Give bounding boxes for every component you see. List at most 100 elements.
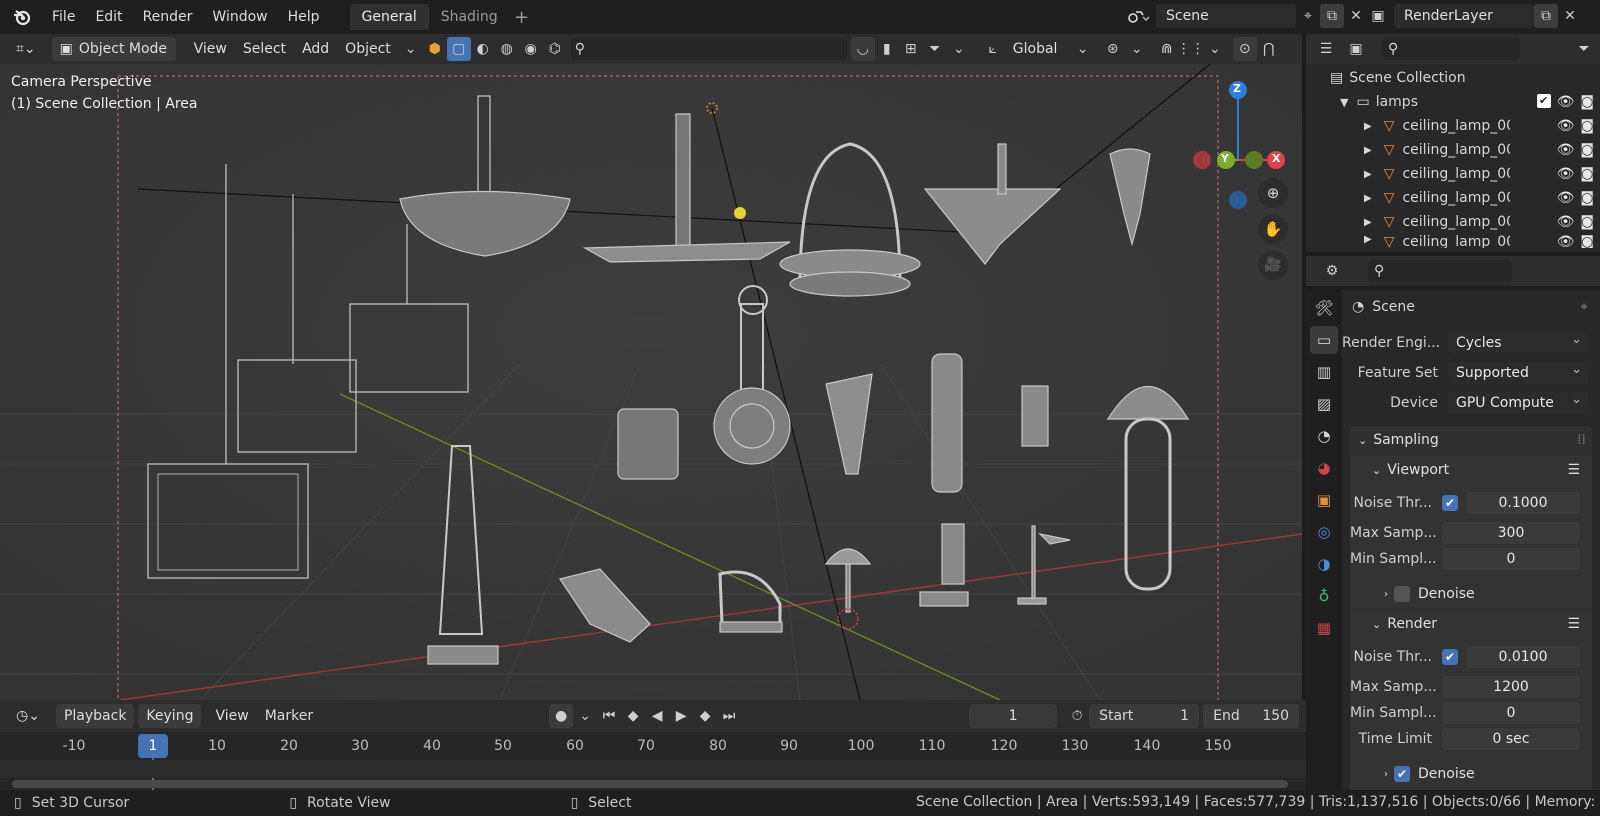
transform-orientation-icon[interactable]: ⟀: [981, 37, 1005, 61]
view-options-icon[interactable]: ⊞: [899, 37, 923, 61]
expand-arrow-icon[interactable]: ▶: [1364, 145, 1372, 156]
scene-selector-icon[interactable]: [1120, 4, 1156, 28]
shading-material-icon[interactable]: ◍: [495, 37, 519, 61]
zoom-icon[interactable]: ⊕: [1258, 178, 1288, 208]
exclude-checkbox[interactable]: ✔: [1536, 94, 1551, 108]
view-layer-tab-icon[interactable]: ▨: [1310, 390, 1338, 418]
eye-icon[interactable]: 👁: [1557, 214, 1575, 230]
menu-help[interactable]: Help: [278, 5, 330, 29]
start-frame-field[interactable]: Start 1: [1089, 704, 1200, 728]
outliner-item[interactable]: ▶ ▽ ceiling_lamp_001 👁◙: [1306, 114, 1600, 138]
constraint-tab-icon[interactable]: ♁: [1310, 582, 1338, 610]
render-noise-threshold-field[interactable]: 0.0100: [1466, 646, 1580, 668]
editor-type-icon[interactable]: ⌗⌄: [8, 37, 44, 61]
timeline-ruler[interactable]: -10 1 10 20 30 40 50 60 70 80 90 100 110…: [0, 732, 1306, 790]
tool-tab-icon[interactable]: 🛠: [1310, 294, 1338, 322]
camera-render-icon[interactable]: ◙: [1580, 142, 1594, 158]
object-tab-icon[interactable]: ▣: [1310, 486, 1338, 514]
feature-set-dropdown[interactable]: Supported: [1448, 359, 1588, 384]
render-denoise-header[interactable]: › ✔ Denoise: [1350, 760, 1592, 788]
eye-icon[interactable]: 👁: [1557, 190, 1575, 206]
camera-render-icon[interactable]: ◙: [1580, 234, 1594, 248]
render-min-samples-field[interactable]: 0: [1442, 702, 1580, 724]
menu-playback[interactable]: Playback: [55, 704, 135, 728]
bookmark-icon[interactable]: ▮: [875, 37, 899, 61]
device-dropdown[interactable]: GPU Compute: [1448, 389, 1588, 414]
camera-render-icon[interactable]: ◙: [1580, 214, 1594, 230]
presets-list-icon[interactable]: ☰: [1567, 616, 1580, 632]
select-box-icon[interactable]: ▢: [446, 37, 471, 61]
texture-tab-icon[interactable]: ▦: [1310, 614, 1338, 642]
outliner-filter-icon[interactable]: ⏷: [1572, 37, 1596, 61]
outliner-collection-lamps[interactable]: ▼ ▭ lamps ✔ 👁 ◙: [1306, 90, 1600, 114]
timeline-editor-icon[interactable]: ◷⌄: [8, 704, 48, 728]
3d-viewport[interactable]: Camera Perspective (1) Scene Collection …: [0, 34, 1302, 700]
chevron-down-icon-4[interactable]: ⌄: [1125, 37, 1149, 61]
jump-start-icon[interactable]: ⏮: [597, 704, 621, 728]
properties-editor-icon[interactable]: ⚙: [1320, 259, 1344, 283]
expand-arrow-icon[interactable]: ▶: [1364, 193, 1372, 204]
play-reverse-icon[interactable]: ◀: [645, 704, 669, 728]
menu-file[interactable]: File: [42, 5, 85, 29]
output-tab-icon[interactable]: ▥: [1310, 358, 1338, 386]
playhead-marker[interactable]: 1: [138, 734, 168, 758]
display-mode-icon[interactable]: ▣: [1344, 37, 1368, 61]
outliner-search-input[interactable]: ⚲: [1382, 38, 1520, 60]
expand-arrow-icon[interactable]: ▶: [1364, 217, 1372, 228]
timeline-scrollbar[interactable]: [12, 780, 1288, 788]
outliner-scene-collection[interactable]: ▤ Scene Collection: [1306, 66, 1600, 90]
play-icon[interactable]: ▶: [669, 704, 693, 728]
drag-handle-icon[interactable]: ⁞⁞: [1577, 432, 1586, 448]
chevron-down-icon-5[interactable]: ⌄: [1203, 37, 1227, 61]
eye-icon[interactable]: 👁: [1557, 142, 1575, 158]
view-layer-icon[interactable]: ▣: [1362, 4, 1394, 28]
viewport-denoise-header[interactable]: › Denoise: [1350, 580, 1592, 608]
chevron-down-icon[interactable]: ⌄: [399, 37, 423, 61]
new-scene-icon[interactable]: ⧉: [1320, 4, 1344, 28]
outliner-item[interactable]: ▶ ▽ ceiling_lamp_005 👁◙: [1306, 210, 1600, 234]
pan-hand-icon[interactable]: ✋: [1258, 214, 1288, 244]
falloff-curve-icon[interactable]: ⋂: [1257, 37, 1281, 61]
new-view-layer-icon[interactable]: ⧉: [1534, 4, 1558, 28]
render-engine-dropdown[interactable]: Cycles: [1448, 329, 1588, 354]
pin-icon[interactable]: ⌖: [1580, 299, 1588, 315]
eye-icon[interactable]: 👁: [1557, 166, 1575, 182]
end-frame-field[interactable]: End 150: [1203, 704, 1300, 728]
camera-render-icon[interactable]: ◙: [1580, 118, 1594, 134]
render-subpanel-header[interactable]: ⌄ Render ☰: [1350, 610, 1592, 638]
render-noise-checkbox[interactable]: ✔: [1442, 649, 1458, 665]
scene-name-field[interactable]: Scene: [1156, 4, 1296, 28]
chevron-down-icon-3[interactable]: ⌄: [1071, 37, 1095, 61]
next-keyframe-icon[interactable]: ◆: [693, 704, 717, 728]
camera-render-icon[interactable]: ◙: [1580, 190, 1594, 206]
pivot-point-icon[interactable]: ⊛: [1101, 37, 1125, 61]
object-mode-dropdown[interactable]: ▣ Object Mode: [51, 37, 176, 61]
prev-keyframe-icon[interactable]: ◆: [621, 704, 645, 728]
transform-orientation-dropdown[interactable]: Global: [1005, 37, 1071, 61]
viewport-noise-checkbox[interactable]: ✔: [1442, 495, 1458, 511]
presets-list-icon[interactable]: ☰: [1567, 462, 1580, 478]
light-point-icon[interactable]: [734, 207, 746, 219]
proportional-edit-icon[interactable]: ⊙: [1232, 37, 1257, 61]
time-limit-field[interactable]: 0 sec: [1442, 728, 1580, 750]
expand-arrow-icon[interactable]: ▶: [1364, 121, 1372, 132]
outliner-editor-icon[interactable]: ☰: [1314, 37, 1338, 61]
shading-rendered-icon[interactable]: ◉: [519, 37, 543, 61]
menu-object[interactable]: Object: [337, 37, 399, 61]
modifier-tab-icon[interactable]: ◎: [1310, 518, 1338, 546]
menu-edit[interactable]: Edit: [85, 5, 132, 29]
camera-render-icon[interactable]: ◙: [1580, 166, 1594, 182]
menu-view[interactable]: View: [186, 37, 235, 61]
blender-logo-icon[interactable]: [8, 5, 36, 29]
menu-marker[interactable]: Marker: [257, 704, 321, 728]
toolbar-tool-icon[interactable]: ⌬: [543, 37, 567, 61]
menu-select[interactable]: Select: [235, 37, 294, 61]
outliner-item[interactable]: ▶ ▽ ceiling_lamp_004 👁◙: [1306, 186, 1600, 210]
camera-render-icon[interactable]: ◙: [1580, 94, 1594, 110]
eye-icon[interactable]: 👁: [1557, 94, 1575, 110]
render-denoise-checkbox[interactable]: ✔: [1394, 766, 1410, 782]
sampling-panel-header[interactable]: ⌄ Sampling ⁞⁞: [1350, 426, 1592, 454]
viewport-denoise-checkbox[interactable]: [1394, 586, 1410, 602]
snap-magnet-icon[interactable]: ⋒: [1155, 37, 1179, 61]
viewport-max-samples-field[interactable]: 300: [1442, 522, 1580, 544]
